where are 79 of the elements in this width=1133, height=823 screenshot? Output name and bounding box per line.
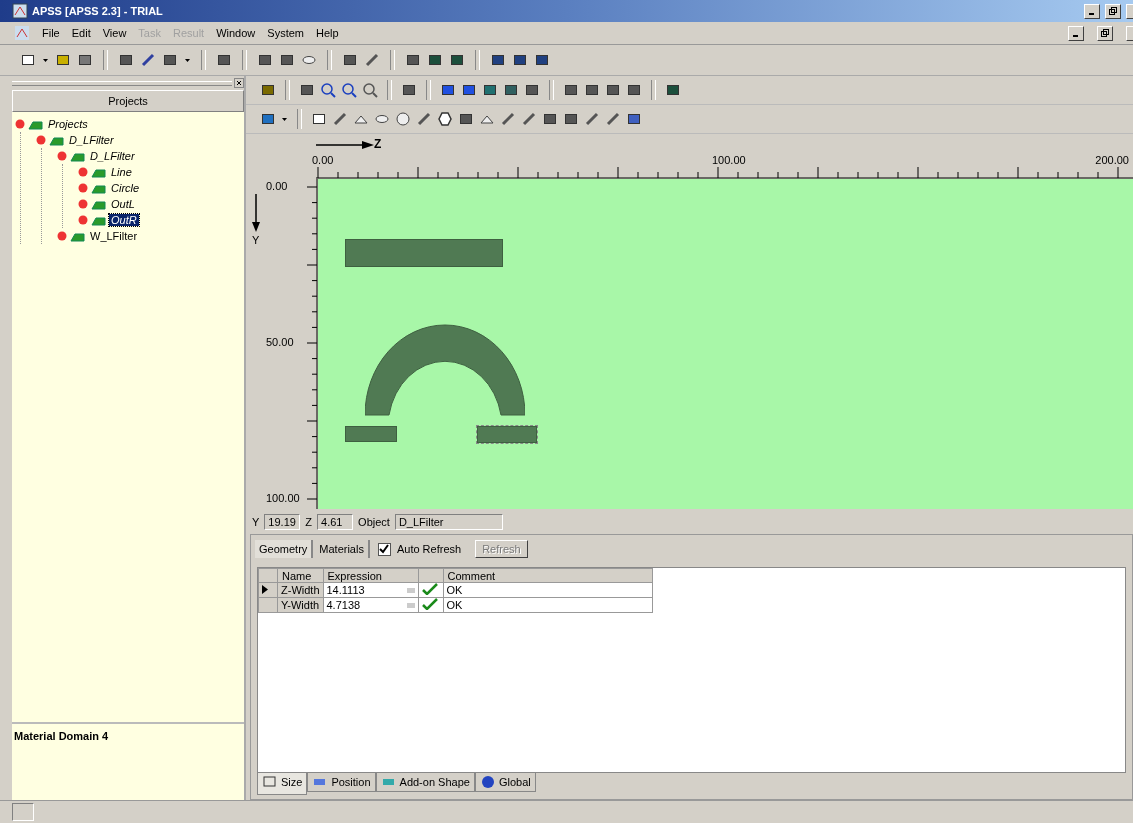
field-label: Object xyxy=(358,516,390,528)
size-icon xyxy=(262,775,278,789)
restore-icon xyxy=(1101,29,1109,37)
z-axis-arrow xyxy=(316,140,376,150)
close-icon[interactable] xyxy=(234,78,244,88)
check-icon xyxy=(421,583,438,595)
restore-button[interactable] xyxy=(1105,3,1121,19)
material-label: Material Domain 4 xyxy=(12,722,244,800)
menu-item[interactable]: Window xyxy=(216,27,256,39)
panel-header: Projects xyxy=(12,90,244,112)
y-field[interactable]: 19.19 xyxy=(264,514,301,530)
menu-item[interactable]: Edit xyxy=(71,27,91,39)
tab[interactable]: Add-on Shape xyxy=(375,773,475,792)
z-field[interactable]: 4.61 xyxy=(317,514,354,530)
table-cell: 14.1113 xyxy=(326,584,365,596)
menu-item[interactable]: Help xyxy=(316,27,339,39)
status-icon xyxy=(77,214,89,226)
field-label: Y xyxy=(252,516,260,528)
status-icon xyxy=(77,198,89,210)
table-cell: OK xyxy=(443,582,652,598)
close-button[interactable] xyxy=(1126,25,1133,41)
checkbox-label[interactable]: Auto Refresh xyxy=(396,543,462,555)
minimize-button[interactable] xyxy=(1068,25,1084,41)
tree-item[interactable]: D_LFilter xyxy=(67,134,116,146)
tab[interactable]: Materials xyxy=(315,540,370,558)
ruler-label: 100.00 xyxy=(712,154,746,166)
tab[interactable]: Geometry xyxy=(255,540,314,558)
status-icon xyxy=(56,150,68,162)
axis-label: Y xyxy=(252,234,260,246)
ruler-label: 100.00 xyxy=(266,492,300,504)
column-header[interactable]: Name xyxy=(277,568,323,583)
status-icon xyxy=(14,118,26,130)
object-field[interactable]: D_LFilter xyxy=(394,514,503,530)
minimize-button[interactable] xyxy=(1084,3,1100,19)
close-button[interactable] xyxy=(1126,3,1133,19)
status-icon xyxy=(77,182,89,194)
menu-item[interactable]: View xyxy=(102,27,127,39)
status-icon xyxy=(77,166,89,178)
restore-button[interactable] xyxy=(1097,25,1113,41)
tab[interactable]: Global xyxy=(474,773,536,792)
design-canvas[interactable] xyxy=(318,179,1133,509)
ruler-label: 0.00 xyxy=(266,180,288,192)
tab[interactable]: Position xyxy=(307,773,376,792)
check-icon xyxy=(421,598,438,610)
ruler-label: 50.00 xyxy=(266,336,294,348)
menu-item[interactable]: System xyxy=(267,27,304,39)
new-file-icon[interactable] xyxy=(20,52,36,68)
check-icon xyxy=(379,544,390,554)
menu-item[interactable]: File xyxy=(42,27,60,39)
table-cell: OK xyxy=(443,597,652,613)
ruler-label: 0.00 xyxy=(312,154,334,166)
restore-icon xyxy=(1109,7,1117,15)
checkbox[interactable] xyxy=(377,542,391,556)
zoom-in-icon[interactable] xyxy=(320,82,336,98)
y-axis-arrow xyxy=(251,194,261,234)
column-header[interactable]: Expression xyxy=(323,568,418,583)
tab[interactable]: Size xyxy=(257,773,308,795)
row-pointer-icon xyxy=(262,585,268,594)
tree-item[interactable]: Circle xyxy=(109,182,142,194)
status-icon xyxy=(35,134,47,146)
tree-item[interactable]: Projects xyxy=(46,118,90,130)
status-icon xyxy=(56,230,68,242)
tree-item[interactable]: D_LFilter xyxy=(88,150,137,162)
ring-icon[interactable] xyxy=(395,111,411,127)
rectangle-icon[interactable] xyxy=(311,111,327,127)
hexagon-icon[interactable] xyxy=(437,111,453,127)
tree-item[interactable]: W_LFilter xyxy=(88,230,140,242)
axis-label: Z xyxy=(374,137,382,151)
app-icon[interactable] xyxy=(14,25,30,41)
field-label: Z xyxy=(305,516,313,528)
tree-item[interactable]: OutR xyxy=(109,214,139,226)
tree-item[interactable]: Line xyxy=(109,166,134,178)
column-header[interactable]: Comment xyxy=(443,568,652,583)
window-title: APSS [APSS 2.3] - TRIAL xyxy=(32,5,163,17)
globe-icon xyxy=(479,775,496,789)
table-cell: 4.7138 xyxy=(326,599,361,611)
ruler-label: 200.00 xyxy=(1095,154,1129,166)
app-icon xyxy=(12,3,28,19)
tree-item[interactable]: OutL xyxy=(109,198,137,210)
